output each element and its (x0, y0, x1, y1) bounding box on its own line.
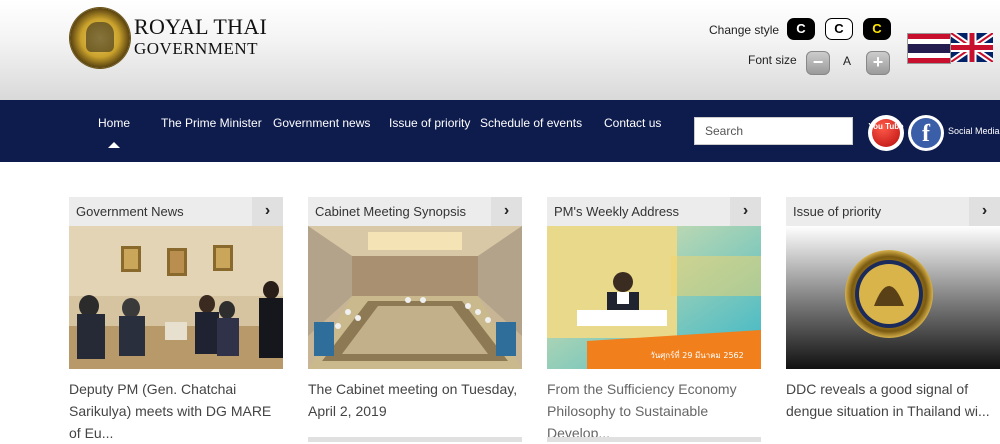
card-cabinet-meeting: Cabinet Meeting Synopsis › The Cabinet m… (308, 197, 522, 419)
nav-contact-us[interactable]: Contact us (604, 116, 661, 130)
address-date-text: วันศุกร์ที่ 29 มีนาคม 2562 (650, 349, 743, 360)
card-headline[interactable]: DDC reveals a good signal of dengue situ… (786, 378, 1000, 422)
brand-line-1: ROYAL THAI (134, 14, 268, 39)
chevron-right-icon[interactable]: › (730, 197, 761, 226)
search-input[interactable] (694, 117, 853, 145)
card-title: PM's Weekly Address (554, 204, 680, 219)
chevron-right-icon[interactable]: › (491, 197, 522, 226)
card-header[interactable]: Government News › (69, 197, 283, 226)
brand-name[interactable]: ROYAL THAI GOVERNMENT (134, 16, 267, 60)
nav-schedule-of-events[interactable]: Schedule of events (480, 116, 582, 130)
priority-seal-image[interactable] (786, 226, 1000, 369)
chevron-right-icon[interactable]: › (969, 197, 1000, 226)
card-title: Issue of priority (793, 204, 882, 219)
card-headline[interactable]: The Cabinet meeting on Tuesday, April 2,… (308, 378, 522, 422)
card-title: Cabinet Meeting Synopsis (315, 204, 467, 219)
active-caret-icon (108, 142, 120, 148)
font-size-indicator: A (843, 54, 852, 68)
card-header[interactable]: Issue of priority › (786, 197, 1000, 226)
brand-line-2: GOVERNMENT (134, 39, 258, 58)
nav-issue-of-priority[interactable]: Issue of priority (389, 116, 470, 130)
style-white-button[interactable]: C (825, 18, 853, 40)
card-weekly-address: PM's Weekly Address › วันศุกร์ที่ 29 มีน… (547, 197, 761, 441)
nav-prime-minister[interactable]: The Prime Minister (161, 116, 262, 130)
change-style-label: Change style (709, 23, 780, 37)
cabinet-photo[interactable] (308, 226, 522, 369)
weekly-address-banner[interactable]: วันศุกร์ที่ 29 มีนาคม 2562 (547, 226, 761, 369)
facebook-icon-letter: f (911, 118, 941, 148)
font-decrease-button[interactable]: − (806, 51, 830, 75)
nav-home[interactable]: Home (98, 116, 130, 130)
next-row-strip (308, 437, 522, 442)
card-headline[interactable]: Deputy PM (Gen. Chatchai Sarikulya) meet… (69, 378, 283, 444)
style-yellow-button[interactable]: C (863, 18, 891, 40)
youtube-icon[interactable]: You Tube (868, 115, 904, 151)
nav-government-news[interactable]: Government news (273, 116, 370, 130)
font-size-label: Font size (748, 53, 797, 67)
chevron-right-icon[interactable]: › (252, 197, 283, 226)
card-header[interactable]: Cabinet Meeting Synopsis › (308, 197, 522, 226)
facebook-icon[interactable]: f (908, 115, 944, 151)
font-increase-button[interactable]: + (866, 51, 890, 75)
style-black-button[interactable]: C (787, 18, 815, 40)
card-headline[interactable]: From the Sufficiency Economy Philosophy … (547, 378, 761, 444)
social-media-label[interactable]: Social Media (948, 126, 1000, 136)
card-header[interactable]: PM's Weekly Address › (547, 197, 761, 226)
thai-flag-icon[interactable] (907, 33, 951, 64)
next-row-strip (547, 437, 761, 442)
uk-flag-icon[interactable] (951, 33, 993, 62)
news-photo[interactable] (69, 226, 283, 369)
royal-seal-logo[interactable] (70, 8, 130, 68)
site-header: ROYAL THAI GOVERNMENT Change style C C C… (0, 0, 1000, 100)
card-government-news: Government News › Deputy PM (Gen. Chatch… (69, 197, 283, 441)
youtube-icon-text: You Tube (868, 122, 904, 131)
card-title: Government News (76, 204, 184, 219)
card-issue-of-priority: Issue of priority › DDC reveals a good s… (786, 197, 1000, 419)
